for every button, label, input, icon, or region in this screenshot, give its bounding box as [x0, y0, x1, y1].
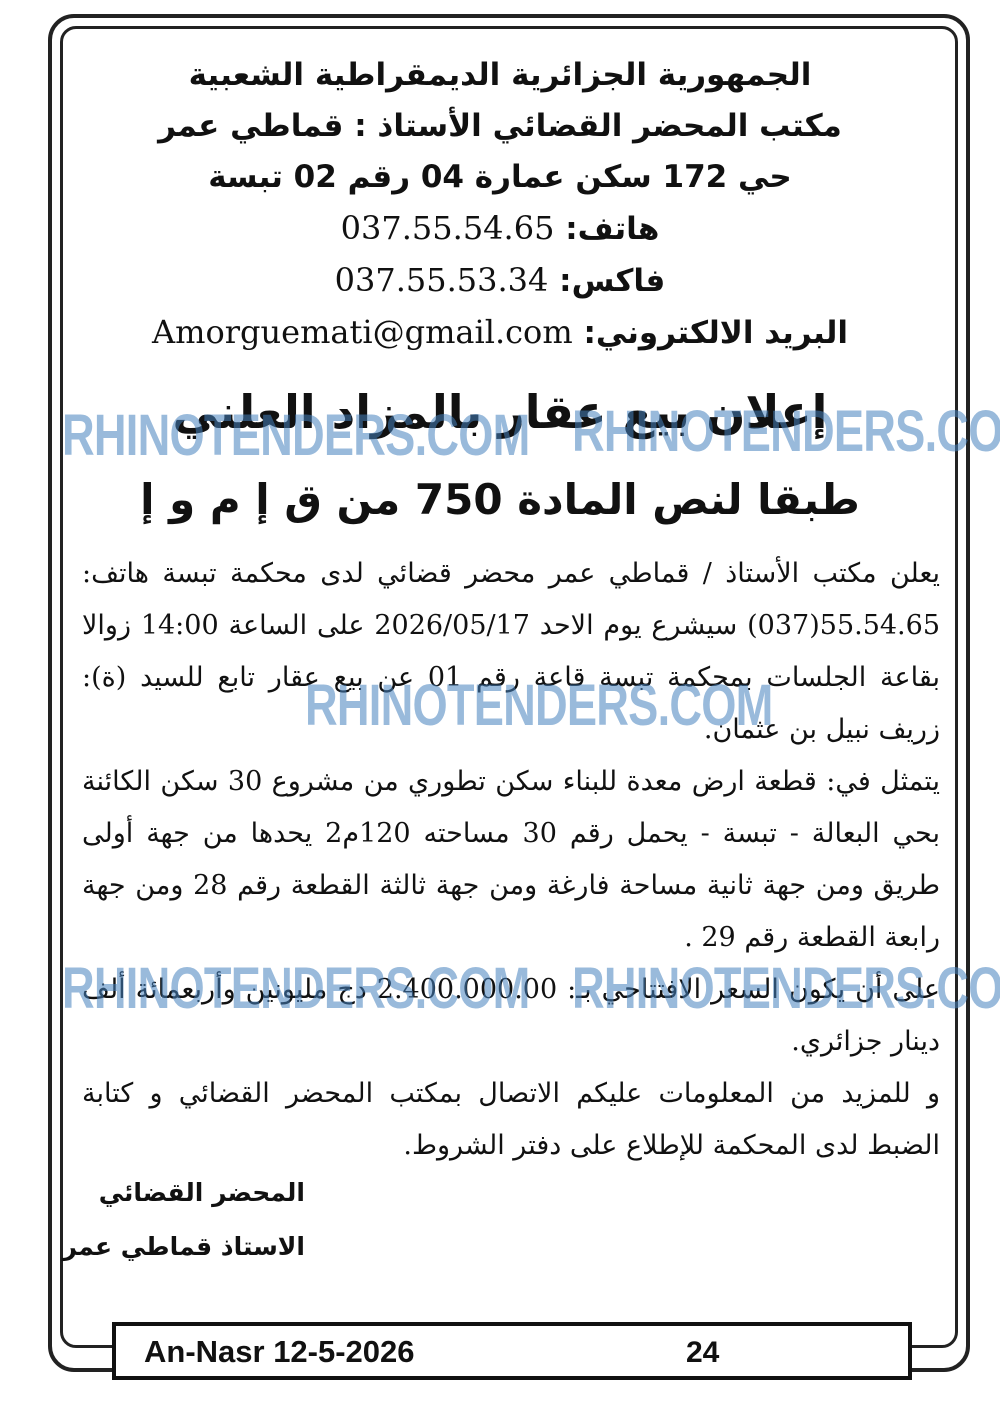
paragraph-sale-date: يعلن مكتب الأستاذ / قماطي عمر محضر قضائي… [82, 558, 940, 745]
notice-body: يعلن مكتب الأستاذ / قماطي عمر محضر قضائي… [82, 548, 940, 1172]
office-line: مكتب المحضر القضائي الأستاذ : قماطي عمر [158, 108, 842, 144]
publication-info: An-Nasr 12-5-2026 [144, 1334, 415, 1369]
signature-name: الاستاذ قماطي عمر [62, 1232, 305, 1261]
fax-label: فاكس: [559, 263, 666, 299]
address-line: حي 172 سكن عمارة 04 رقم 02 تبسة [208, 159, 792, 195]
fax-value: 037.55.53.34 [334, 261, 549, 299]
email-value: Amorguemati@gmail.com [152, 313, 573, 351]
email-line: البريد الالكتروني: Amorguemati@gmail.com [70, 307, 930, 359]
page-number: 24 [686, 1336, 720, 1369]
paragraph-contact: و للمزيد من المعلومات عليكم الاتصال بمكت… [82, 1078, 940, 1161]
letterhead: الجمهورية الجزائرية الديمقراطية الشعبية … [70, 50, 930, 359]
email-label: البريد الالكتروني: [583, 315, 848, 351]
republic-line: الجمهورية الجزائرية الديمقراطية الشعبية [188, 57, 812, 93]
phone-value: 037.55.54.65 [340, 209, 555, 247]
fax-line: فاكس: 037.55.53.34 [70, 255, 930, 307]
phone-line: هاتف: 037.55.54.65 [70, 203, 930, 255]
footer-bar: An-Nasr 12-5-2026 24 [112, 1322, 912, 1380]
signature-title: المحضر القضائي [98, 1178, 305, 1207]
phone-label: هاتف: [565, 211, 660, 247]
notice-title: إعلان بيع عقار بالمزاد العلني [172, 385, 828, 439]
paragraph-property: يتمثل في: قطعة ارض معدة للبناء سكن تطوري… [82, 766, 940, 953]
paragraph-price: على أن يكون السعر الافتتاحي بـ: 2.400.00… [82, 974, 940, 1057]
notice-subtitle: طبقا لنص المادة 750 من ق إ م و إ [140, 475, 860, 524]
